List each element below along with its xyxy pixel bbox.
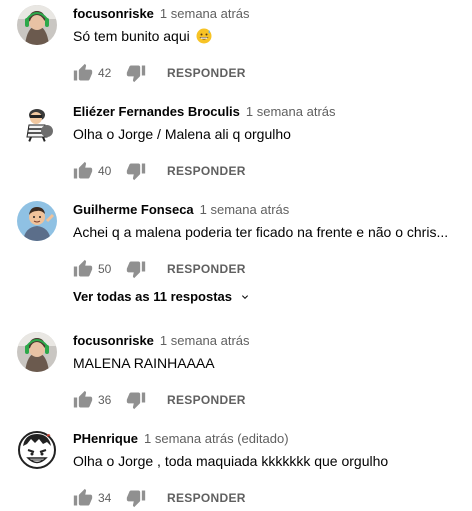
comment-time[interactable]: 1 semana atrás bbox=[160, 6, 250, 21]
comment-author[interactable]: focusonriske bbox=[73, 6, 154, 21]
thumbs-down-icon[interactable] bbox=[126, 488, 146, 508]
thumbs-up-icon[interactable] bbox=[73, 488, 93, 508]
comment-text: Achei q a malena poderia ter ficado na f… bbox=[73, 224, 449, 240]
thumbs-down-icon[interactable] bbox=[126, 161, 146, 181]
comment-text: Só tem bunito aqui bbox=[73, 26, 212, 46]
like-count: 34 bbox=[98, 491, 112, 505]
comment-text: Olha o Jorge , toda maquiada kkkkkkk que… bbox=[73, 453, 389, 469]
avatar[interactable] bbox=[17, 332, 57, 372]
comment-time[interactable]: 1 semana atrás bbox=[160, 333, 250, 348]
thumbs-down-icon[interactable] bbox=[126, 390, 146, 410]
comment-toolbar: 36 RESPONDER bbox=[73, 390, 453, 410]
comment-header: focusonriske 1 semana atrás bbox=[73, 5, 250, 23]
comment-author[interactable]: Eliézer Fernandes Broculis bbox=[73, 104, 240, 119]
thumbs-down-icon[interactable] bbox=[126, 259, 146, 279]
comment-header: PHenrique 1 semana atrás (editado) bbox=[73, 430, 289, 448]
chevron-down-icon bbox=[241, 295, 248, 299]
comment-text: Olha o Jorge / Malena ali q orgulho bbox=[73, 126, 291, 142]
avatar[interactable] bbox=[17, 201, 57, 241]
thumbs-up-icon[interactable] bbox=[73, 259, 93, 279]
like-count: 36 bbox=[98, 393, 112, 407]
comment-toolbar: 34 RESPONDER bbox=[73, 488, 453, 508]
like-count: 42 bbox=[98, 66, 112, 80]
avatar[interactable] bbox=[17, 5, 57, 45]
thumbs-up-icon[interactable] bbox=[73, 390, 93, 410]
comment-toolbar: 50 RESPONDER bbox=[73, 259, 453, 279]
comment-header: focusonriske 1 semana atrás bbox=[73, 332, 250, 350]
comment-toolbar: 42 RESPONDER bbox=[73, 63, 453, 83]
reply-button[interactable]: RESPONDER bbox=[167, 163, 246, 179]
thumbs-up-icon[interactable] bbox=[73, 161, 93, 181]
comment-header: Guilherme Fonseca 1 semana atrás bbox=[73, 201, 289, 219]
comment-time[interactable]: 1 semana atrás bbox=[200, 202, 290, 217]
reply-button[interactable]: RESPONDER bbox=[167, 65, 246, 81]
comment-author[interactable]: focusonriske bbox=[73, 333, 154, 348]
view-replies-label: Ver todas as 11 respostas bbox=[73, 289, 232, 304]
comment-author[interactable]: PHenrique bbox=[73, 431, 138, 446]
comment-text: MALENA RAINHAAAA bbox=[73, 355, 215, 371]
grinning-sweat-emoji-icon bbox=[196, 28, 212, 44]
reply-button[interactable]: RESPONDER bbox=[167, 490, 246, 506]
avatar[interactable] bbox=[17, 103, 57, 143]
comment-toolbar: 40 RESPONDER bbox=[73, 161, 453, 181]
thumbs-down-icon[interactable] bbox=[126, 63, 146, 83]
comment-author[interactable]: Guilherme Fonseca bbox=[73, 202, 194, 217]
reply-button[interactable]: RESPONDER bbox=[167, 261, 246, 277]
comment-time[interactable]: 1 semana atrás (editado) bbox=[144, 431, 289, 446]
like-count: 50 bbox=[98, 262, 112, 276]
like-count: 40 bbox=[98, 164, 112, 178]
comment-text-content: Só tem bunito aqui bbox=[73, 28, 190, 44]
view-replies-button[interactable]: Ver todas as 11 respostas bbox=[73, 288, 251, 306]
thumbs-up-icon[interactable] bbox=[73, 63, 93, 83]
comment-header: Eliézer Fernandes Broculis 1 semana atrás bbox=[73, 103, 336, 121]
avatar[interactable] bbox=[17, 430, 57, 470]
reply-button[interactable]: RESPONDER bbox=[167, 392, 246, 408]
comment-time[interactable]: 1 semana atrás bbox=[246, 104, 336, 119]
